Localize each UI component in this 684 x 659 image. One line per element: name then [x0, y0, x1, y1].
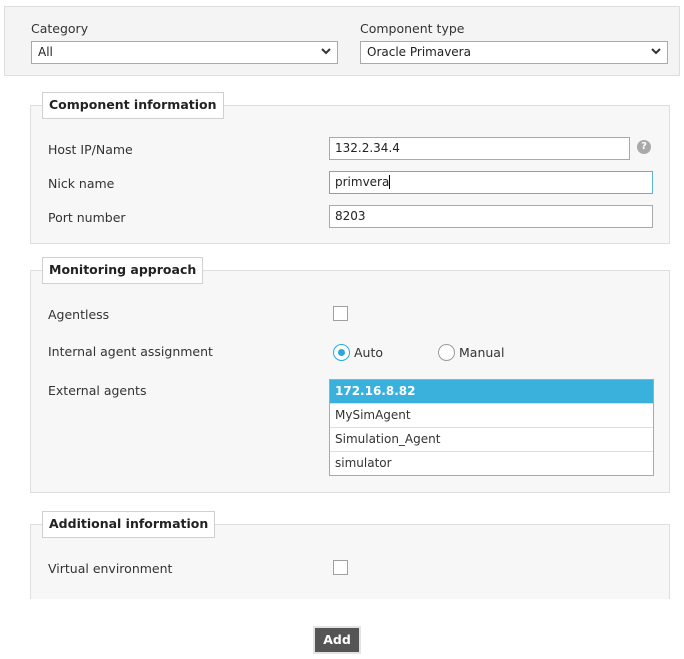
agentless-label: Agentless: [48, 307, 110, 322]
category-select-value: All: [38, 45, 53, 59]
component-type-select-value: Oracle Primavera: [367, 45, 471, 59]
virtual-environment-checkbox[interactable]: [333, 560, 348, 575]
port-label: Port number: [48, 210, 126, 225]
component-type-select[interactable]: Oracle Primavera: [360, 41, 668, 64]
text-caret: [389, 175, 391, 189]
internal-agent-label: Internal agent assignment: [48, 344, 213, 359]
list-item[interactable]: simulator: [330, 452, 653, 475]
component-information-section: Host IP/Name 132.2.34.4 ? Nick name prim…: [30, 105, 670, 244]
agentless-checkbox[interactable]: [333, 306, 348, 321]
chevron-down-icon: [651, 48, 661, 55]
auto-radio-label: Auto: [354, 345, 384, 360]
host-input-value: 132.2.34.4: [335, 141, 400, 155]
list-item[interactable]: Simulation_Agent: [330, 428, 653, 452]
external-agents-label: External agents: [48, 383, 147, 398]
additional-information-title: Additional information: [42, 511, 216, 538]
category-select[interactable]: All: [31, 41, 338, 64]
auto-radio[interactable]: [333, 344, 350, 361]
host-input[interactable]: 132.2.34.4: [329, 137, 630, 160]
list-item[interactable]: 172.16.8.82: [330, 380, 653, 404]
chevron-down-icon: [321, 48, 331, 55]
external-agents-listbox[interactable]: 172.16.8.82 MySimAgent Simulation_Agent …: [329, 379, 654, 476]
nick-name-input[interactable]: primvera: [329, 171, 653, 194]
host-label: Host IP/Name: [48, 142, 133, 157]
port-input[interactable]: 8203: [329, 205, 653, 228]
help-icon[interactable]: ?: [637, 140, 651, 154]
component-information-title: Component information: [42, 92, 224, 119]
manual-radio[interactable]: [438, 344, 455, 361]
nick-name-label: Nick name: [48, 176, 115, 191]
list-item[interactable]: MySimAgent: [330, 404, 653, 428]
virtual-environment-label: Virtual environment: [48, 561, 173, 576]
top-filter-bar: Category All Component type Oracle Prima…: [4, 6, 680, 76]
monitoring-approach-section: Agentless Internal agent assignment Auto…: [30, 270, 670, 493]
monitoring-approach-title: Monitoring approach: [42, 257, 204, 284]
manual-radio-label: Manual: [459, 345, 505, 360]
nick-name-input-value: primvera: [335, 175, 390, 189]
component-type-label: Component type: [360, 21, 465, 36]
category-label: Category: [31, 21, 89, 36]
port-input-value: 8203: [335, 209, 366, 223]
add-button[interactable]: Add: [313, 626, 361, 654]
